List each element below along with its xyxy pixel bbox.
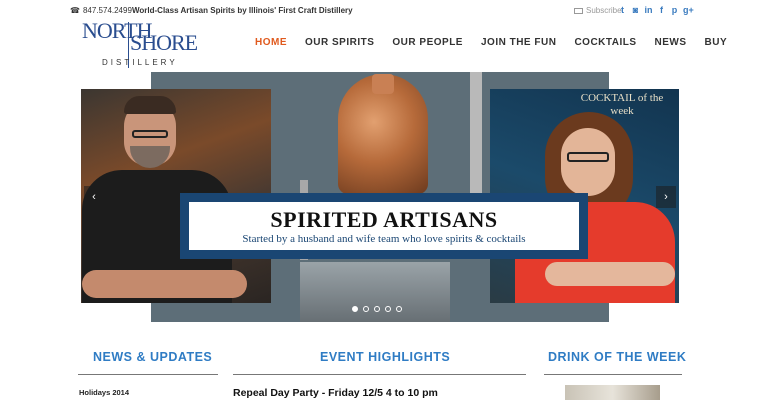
- phone-text: 847.574.2499: [82, 6, 132, 15]
- drink-section-title: DRINK OF THE WEEK: [548, 350, 687, 364]
- main-nav: HOME OUR SPIRITS OUR PEOPLE JOIN THE FUN…: [255, 37, 727, 48]
- logo-distillery: DISTILLERY: [102, 58, 178, 67]
- logo-shore: SHORE: [130, 30, 198, 55]
- hero-banner-inner: SPIRITED ARTISANS Started by a husband a…: [187, 200, 581, 252]
- news-divider: [78, 374, 218, 375]
- google-plus-icon[interactable]: g+: [683, 5, 694, 15]
- hero-title: SPIRITED ARTISANS: [270, 207, 498, 232]
- site-tagline: World-Class Artisan Spirits by Illinois'…: [132, 6, 353, 15]
- news-item[interactable]: Holidays 2014: [79, 388, 129, 397]
- slide-dot-5[interactable]: [396, 306, 402, 312]
- nav-join-the-fun[interactable]: JOIN THE FUN: [481, 37, 556, 48]
- still-cap: [372, 74, 394, 94]
- man-glasses: [132, 130, 168, 138]
- hero-subtitle: Started by a husband and wife team who l…: [242, 233, 526, 245]
- woman-arms: [545, 262, 675, 286]
- pinterest-icon[interactable]: p: [670, 5, 679, 15]
- news-section-title: NEWS & UPDATES: [93, 350, 213, 364]
- nav-home[interactable]: HOME: [255, 37, 287, 48]
- slide-dot-4[interactable]: [385, 306, 391, 312]
- event-item[interactable]: Repeal Day Party - Friday 12/5 4 to 10 p…: [233, 387, 438, 399]
- woman-glasses: [567, 152, 609, 162]
- slide-dot-2[interactable]: [363, 306, 369, 312]
- slide-dots: [352, 306, 402, 312]
- nav-our-spirits[interactable]: OUR SPIRITS: [305, 37, 374, 48]
- man-crossed-arms: [82, 270, 247, 298]
- events-divider: [233, 374, 526, 375]
- social-icons: t ◙ in f p g+: [618, 5, 694, 15]
- nav-news[interactable]: NEWS: [655, 37, 687, 48]
- facebook-icon[interactable]: f: [657, 5, 666, 15]
- man-hair: [124, 96, 176, 114]
- nav-cocktails[interactable]: COCKTAILS: [574, 37, 636, 48]
- steel-tank: [300, 262, 450, 322]
- subscribe-link[interactable]: Subscribe: [574, 6, 622, 15]
- linkedin-icon[interactable]: in: [644, 5, 653, 15]
- nav-buy[interactable]: BUY: [705, 37, 728, 48]
- slide-dot-3[interactable]: [374, 306, 380, 312]
- phone-icon: ☎: [70, 6, 80, 15]
- top-utility-bar: ☎ 847.574.2499 World-Class Artisan Spiri…: [0, 0, 760, 20]
- nav-our-people[interactable]: OUR PEOPLE: [392, 37, 463, 48]
- instagram-icon[interactable]: ◙: [631, 5, 640, 15]
- subscribe-label: Subscribe: [586, 6, 622, 15]
- slide-prev-arrow-icon[interactable]: ‹: [84, 186, 104, 208]
- events-section-title: EVENT HIGHLIGHTS: [320, 350, 451, 364]
- drink-divider: [544, 374, 682, 375]
- woman-face: [561, 128, 615, 196]
- slide-next-arrow-icon[interactable]: ›: [656, 186, 676, 208]
- phone-number[interactable]: ☎ 847.574.2499: [70, 6, 132, 15]
- mail-icon: [574, 7, 583, 14]
- drink-of-week-image[interactable]: [565, 385, 660, 400]
- hero-banner: SPIRITED ARTISANS Started by a husband a…: [180, 193, 588, 259]
- slide-dot-1[interactable]: [352, 306, 358, 312]
- site-logo[interactable]: NORTH SHORE DISTILLERY: [82, 18, 198, 70]
- twitter-icon[interactable]: t: [618, 5, 627, 15]
- man-beard: [130, 146, 170, 168]
